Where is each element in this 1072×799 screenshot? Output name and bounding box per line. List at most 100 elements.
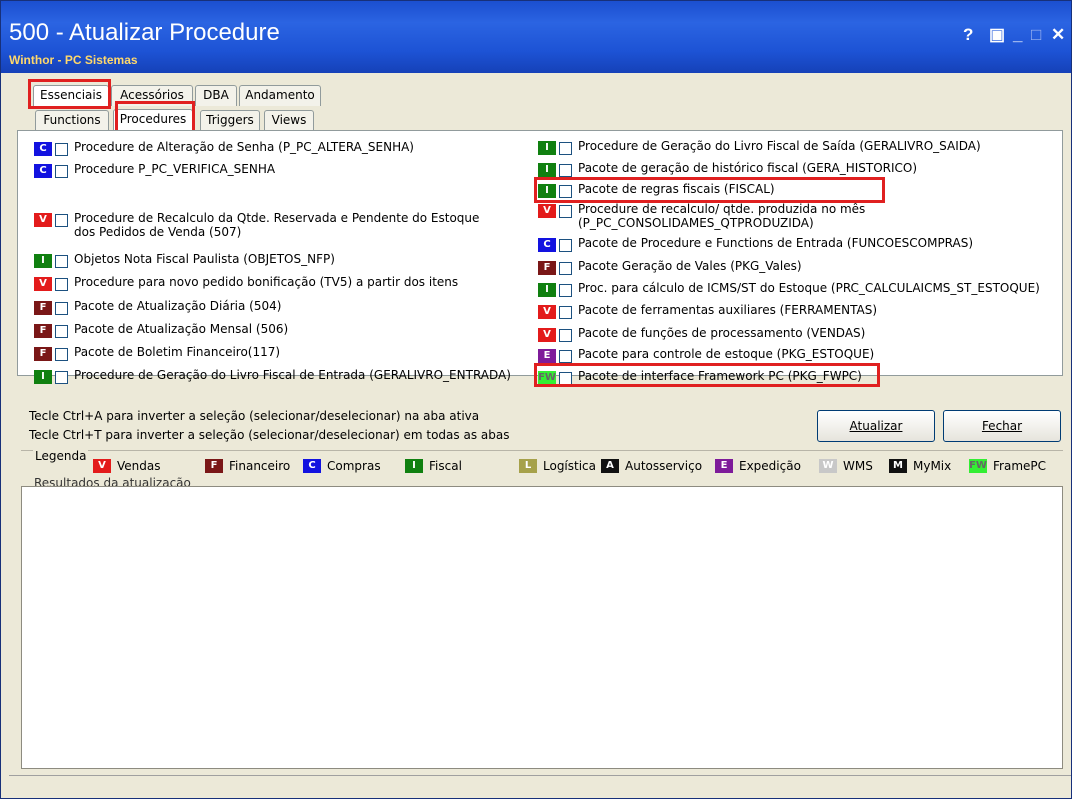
close-icon[interactable]: ✕ xyxy=(1051,25,1065,45)
procedure-item[interactable]: C Pacote de Procedure e Functions de Entr… xyxy=(538,236,973,254)
window-body: Essenciais Acessórios DBA Andamento Func… xyxy=(1,73,1071,798)
procedure-label: Pacote de funções de processamento (VEND… xyxy=(578,326,866,340)
procedure-item[interactable]: I Pacote de geração de histórico fiscal (… xyxy=(538,161,917,179)
procedure-item[interactable]: I Objetos Nota Fiscal Paulista (OBJETOS_N… xyxy=(34,252,335,270)
badge-v: V xyxy=(538,328,556,342)
procedure-item[interactable]: C Procedure P_PC_VERIFICA_SENHA xyxy=(34,162,275,180)
badge-l: L xyxy=(519,459,537,473)
window-title: 500 - Atualizar Procedure xyxy=(9,19,280,46)
results-area[interactable] xyxy=(21,486,1063,769)
badge-i: I xyxy=(538,163,556,177)
atualizar-button[interactable]: Atualizar xyxy=(817,410,935,442)
procedure-label: Procedure de Recalculo da Qtde. Reservad… xyxy=(74,211,480,239)
procedure-label: Pacote de ferramentas auxiliares (FERRAM… xyxy=(578,303,878,317)
procedure-checkbox[interactable] xyxy=(559,329,572,342)
legend-label: FramePC xyxy=(993,459,1047,473)
procedure-label: Objetos Nota Fiscal Paulista (OBJETOS_NF… xyxy=(74,252,335,266)
badge-v: V xyxy=(34,277,52,291)
badge-f: F xyxy=(205,459,223,473)
procedure-item[interactable]: I Pacote de regras fiscais (FISCAL) xyxy=(538,182,775,200)
procedure-item[interactable]: F Pacote Geração de Vales (PKG_Vales) xyxy=(538,259,802,277)
procedure-checkbox[interactable] xyxy=(559,350,572,363)
procedure-item[interactable]: F Pacote de Atualização Mensal (506) xyxy=(34,322,288,340)
procedure-checkbox[interactable] xyxy=(55,371,68,384)
procedure-label: Pacote de geração de histórico fiscal (G… xyxy=(578,161,918,175)
subtab-views[interactable]: Views xyxy=(264,110,314,131)
procedure-checkbox[interactable] xyxy=(55,348,68,361)
procedure-checkbox[interactable] xyxy=(559,142,572,155)
help-icon[interactable]: ? xyxy=(963,25,973,45)
procedure-label: Procedure de Geração do Livro Fiscal de … xyxy=(74,368,511,382)
status-bar xyxy=(9,775,1071,798)
procedure-checkbox[interactable] xyxy=(559,262,572,275)
procedure-label: Pacote de Procedure e Functions de Entra… xyxy=(578,236,974,250)
tab-dba[interactable]: DBA xyxy=(195,85,237,106)
procedure-item[interactable]: I Proc. para cálculo de ICMS/ST do Estoqu… xyxy=(538,281,1040,299)
procedure-item[interactable]: F Pacote de Boletim Financeiro(117) xyxy=(34,345,280,363)
procedure-checkbox[interactable] xyxy=(55,255,68,268)
procedure-item[interactable]: I Procedure de Geração do Livro Fiscal de… xyxy=(538,139,981,157)
badge-i: I xyxy=(34,254,52,268)
procedure-checkbox[interactable] xyxy=(55,143,68,156)
procedure-item[interactable]: V Procedure de recalculo/ qtde. produzida… xyxy=(538,202,1008,230)
legend-item: L Logística xyxy=(519,459,596,473)
legend-title: Legenda xyxy=(33,449,89,463)
badge-w: W xyxy=(819,459,837,473)
procedure-item[interactable]: FW Pacote de interface Framework PC (PKG_… xyxy=(538,369,862,387)
procedure-checkbox[interactable] xyxy=(55,325,68,338)
procedure-checkbox[interactable] xyxy=(559,185,572,198)
procedure-label: Pacote Geração de Vales (PKG_Vales) xyxy=(578,259,802,273)
restore-icon[interactable]: ▣ xyxy=(989,25,1005,45)
legend-label: Autosserviço xyxy=(625,459,703,473)
procedure-checkbox[interactable] xyxy=(55,165,68,178)
fechar-button[interactable]: Fechar xyxy=(943,410,1061,442)
minimize-icon[interactable]: _ xyxy=(1013,25,1022,45)
procedure-checkbox[interactable] xyxy=(559,164,572,177)
procedure-checkbox[interactable] xyxy=(55,214,68,227)
procedure-label: Pacote para controle de estoque (PKG_EST… xyxy=(578,347,875,361)
procedure-checkbox[interactable] xyxy=(55,278,68,291)
procedure-label: Pacote de Boletim Financeiro(117) xyxy=(74,345,281,359)
subtab-functions[interactable]: Functions xyxy=(35,110,109,131)
subtab-triggers[interactable]: Triggers xyxy=(200,110,260,131)
procedure-checkbox[interactable] xyxy=(559,306,572,319)
app-window: 500 - Atualizar Procedure Winthor - PC S… xyxy=(0,0,1072,799)
legend-label: Logística xyxy=(543,459,597,473)
procedure-label: Pacote de interface Framework PC (PKG_FW… xyxy=(578,369,862,383)
badge-i: I xyxy=(538,283,556,297)
procedure-item[interactable]: I Procedure de Geração do Livro Fiscal de… xyxy=(34,368,511,386)
procedure-label: Procedure de recalculo/ qtde. produzida … xyxy=(578,202,866,230)
procedure-item[interactable]: V Pacote de ferramentas auxiliares (FERRA… xyxy=(538,303,877,321)
badge-v: V xyxy=(538,305,556,319)
procedure-item[interactable]: V Pacote de funções de processamento (VEN… xyxy=(538,326,865,344)
badge-i: I xyxy=(538,184,556,198)
badge-v: V xyxy=(34,213,52,227)
atualizar-label: Atualizar xyxy=(849,419,903,433)
procedure-item[interactable]: V Procedure de Recalculo da Qtde. Reserva… xyxy=(34,211,504,239)
procedure-item[interactable]: V Procedure para novo pedido bonificação … xyxy=(34,275,458,293)
badge-e: E xyxy=(715,459,733,473)
legend-item: A Autosserviço xyxy=(601,459,702,473)
title-bar[interactable]: 500 - Atualizar Procedure Winthor - PC S… xyxy=(1,1,1071,73)
procedure-checkbox[interactable] xyxy=(559,372,572,385)
legend-item: V Vendas xyxy=(93,459,161,473)
procedure-checkbox[interactable] xyxy=(559,284,572,297)
procedure-item[interactable]: E Pacote para controle de estoque (PKG_ES… xyxy=(538,347,874,365)
procedure-checkbox[interactable] xyxy=(55,302,68,315)
legend-item: W WMS xyxy=(819,459,873,473)
badge-a: A xyxy=(601,459,619,473)
tab-andamento[interactable]: Andamento xyxy=(239,85,321,106)
subtab-procedures[interactable]: Procedures xyxy=(113,109,193,131)
tab-essenciais[interactable]: Essenciais xyxy=(33,85,109,106)
window-subtitle: Winthor - PC Sistemas xyxy=(9,53,138,67)
procedure-label: Pacote de regras fiscais (FISCAL) xyxy=(578,182,775,196)
legend-item: M MyMix xyxy=(889,459,951,473)
badge-c: C xyxy=(538,238,556,252)
procedure-checkbox[interactable] xyxy=(559,239,572,252)
tab-acessorios[interactable]: Acessórios xyxy=(111,85,193,106)
badge-c: C xyxy=(303,459,321,473)
procedure-item[interactable]: F Pacote de Atualização Diária (504) xyxy=(34,299,281,317)
procedure-checkbox[interactable] xyxy=(559,205,572,218)
procedure-item[interactable]: C Procedure de Alteração de Senha (P_PC_A… xyxy=(34,140,414,158)
maximize-icon[interactable]: □ xyxy=(1031,25,1041,45)
